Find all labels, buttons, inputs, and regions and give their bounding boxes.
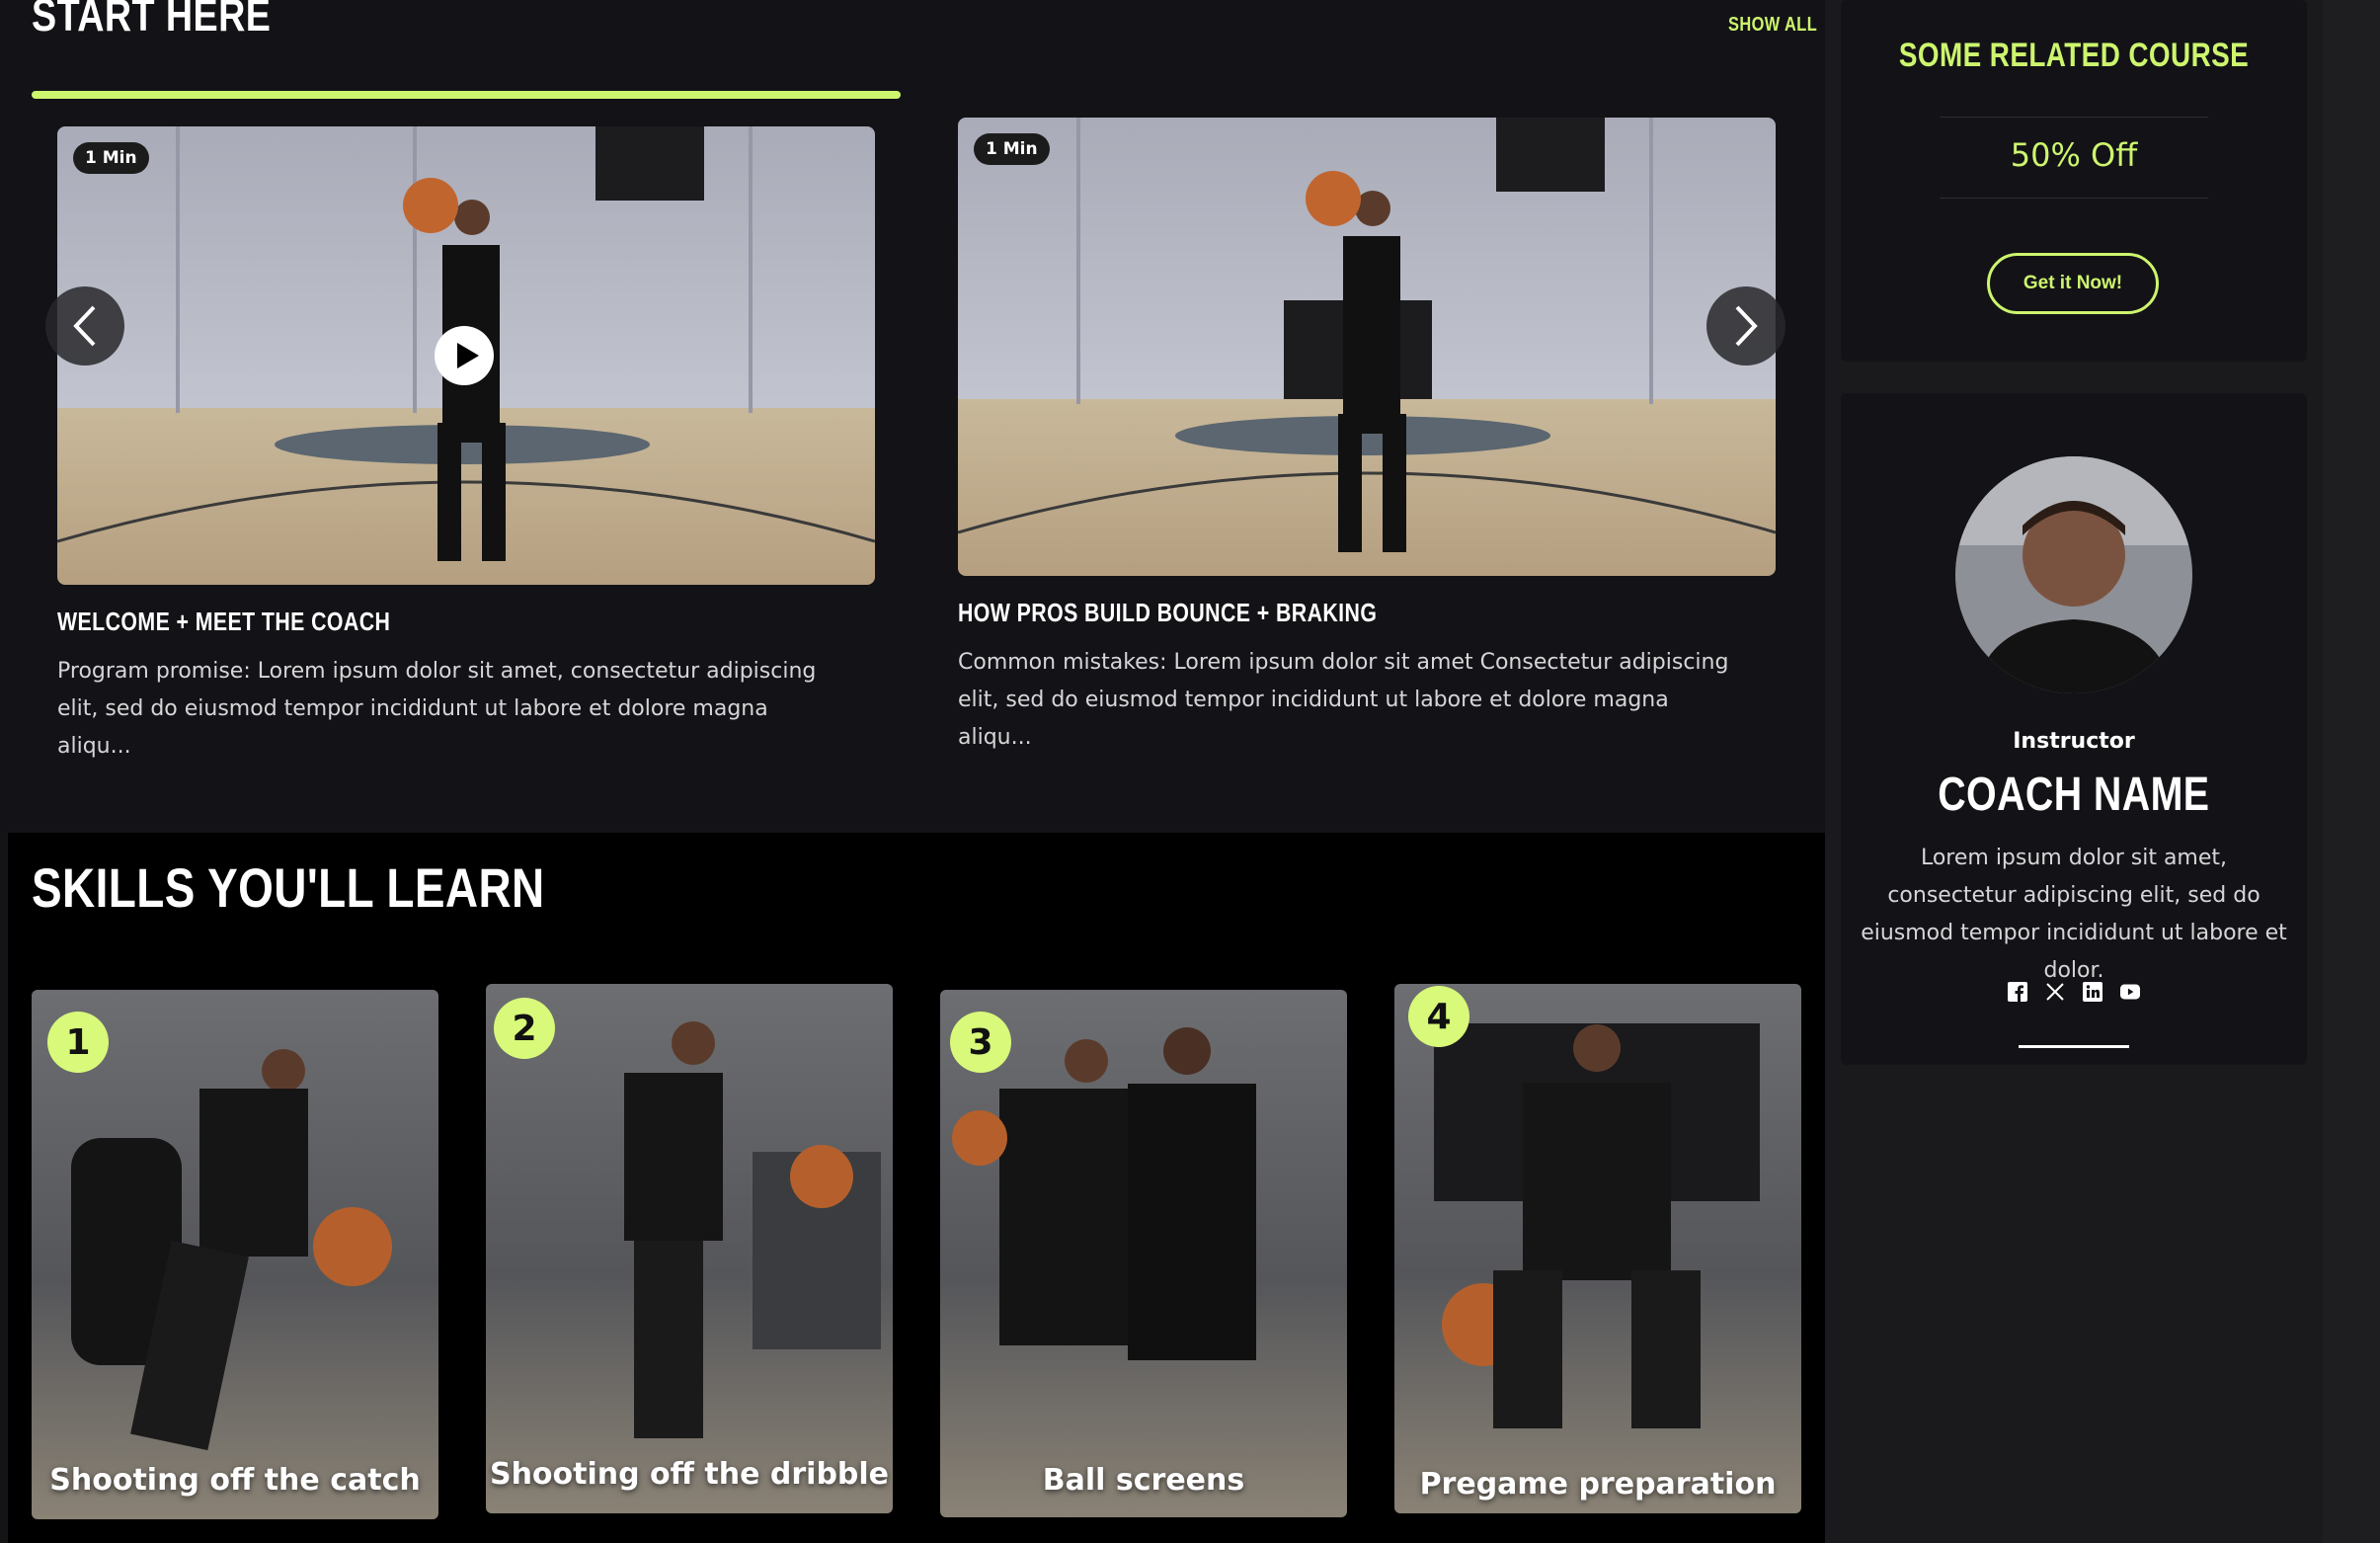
duration-badge: 1 Min	[974, 133, 1050, 165]
skill-image	[940, 990, 1347, 1517]
court-scene-image	[958, 118, 1776, 576]
carousel-next-button[interactable]	[1706, 286, 1785, 365]
skill-label: Ball screens	[1042, 1463, 1245, 1498]
video-card[interactable]: 1 Min HOW PROS BUILD BOUNCE + BRAKING Co…	[958, 118, 1778, 757]
coach-bio: Lorem ipsum dolor sit amet, consectetur …	[1861, 846, 2287, 983]
skill-label: Shooting off the catch	[49, 1463, 421, 1498]
instructor-label: Instructor	[2013, 729, 2135, 754]
video-description: Program promise: Lorem ipsum dolor sit a…	[57, 659, 817, 759]
related-course-card: SOME RELATED COURSE 50% Off Get it Now!	[1841, 0, 2307, 362]
coach-card: Instructor COACH NAME Lorem ipsum dolor …	[1841, 393, 2307, 1065]
skill-label: Pregame preparation	[1419, 1467, 1777, 1502]
coach-name: COACH NAME	[1938, 769, 2210, 821]
divider	[1940, 198, 2208, 199]
divider	[2019, 1045, 2129, 1048]
video-title[interactable]: HOW PROS BUILD BOUNCE + BRAKING	[958, 598, 1778, 628]
skill-card[interactable]: 3 Ball screens	[940, 990, 1347, 1517]
social-links	[1841, 982, 2307, 1002]
skill-image	[32, 990, 438, 1519]
skill-number: 3	[950, 1012, 1011, 1073]
progress-bar	[32, 91, 901, 99]
x-icon[interactable]	[2045, 982, 2065, 1002]
video-title[interactable]: WELCOME + MEET THE COACH	[57, 607, 877, 637]
get-it-now-button[interactable]: Get it Now!	[1987, 253, 2159, 314]
skill-card[interactable]: 4 Pregame preparation	[1394, 984, 1801, 1513]
skill-number: 1	[47, 1012, 109, 1073]
skill-number: 2	[494, 998, 555, 1059]
discount-label: 50% Off	[2010, 136, 2138, 174]
chevron-right-icon	[1735, 305, 1758, 347]
video-description: Common mistakes: Lorem ipsum dolor sit a…	[958, 650, 1729, 750]
page-edge	[2323, 0, 2380, 1543]
avatar	[1955, 456, 2192, 693]
skill-card[interactable]: 1 Shooting off the catch	[32, 990, 438, 1519]
linkedin-icon[interactable]	[2083, 982, 2102, 1002]
video-thumbnail[interactable]: 1 Min	[57, 126, 875, 585]
carousel-prev-button[interactable]	[45, 286, 124, 365]
skill-label: Shooting off the dribble	[489, 1457, 890, 1492]
play-icon[interactable]	[435, 326, 494, 385]
video-card[interactable]: 1 Min WELCOME + MEET THE COACH Program p…	[57, 126, 877, 766]
duration-badge: 1 Min	[73, 142, 149, 174]
column-gap	[1825, 0, 1835, 1543]
video-thumbnail[interactable]: 1 Min	[958, 118, 1776, 576]
divider	[1940, 117, 2208, 118]
section-title-skills: SKILLS YOU'LL LEARN	[32, 856, 545, 919]
section-title-start-here: START HERE	[32, 0, 272, 41]
promo-title: SOME RELATED COURSE	[1898, 37, 2250, 74]
youtube-icon[interactable]	[2120, 982, 2140, 1002]
facebook-icon[interactable]	[2008, 982, 2027, 1002]
skill-card[interactable]: 2 Shooting off the dribble	[486, 984, 893, 1513]
skill-image	[486, 984, 893, 1513]
skill-number: 4	[1408, 986, 1469, 1047]
coach-photo	[1955, 456, 2192, 693]
chevron-left-icon	[73, 305, 96, 347]
skill-image	[1394, 984, 1801, 1513]
show-all-link[interactable]: SHOW ALL	[1728, 12, 1837, 37]
